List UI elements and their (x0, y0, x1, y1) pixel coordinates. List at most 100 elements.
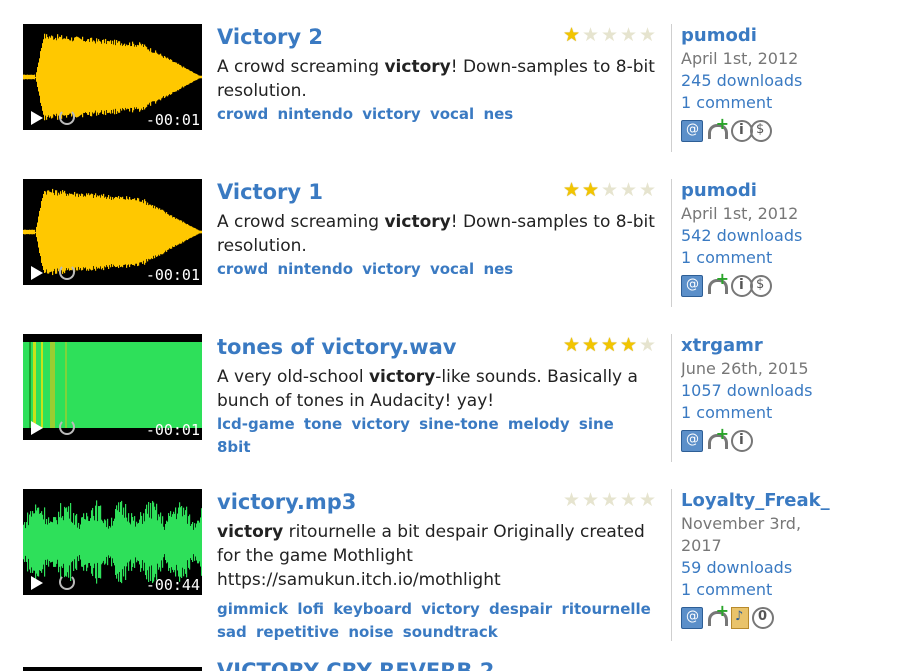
uploader-link[interactable]: pumodi (681, 24, 831, 48)
noncommercial-icon[interactable] (750, 275, 772, 297)
sound-title-link[interactable]: Victory 2 (217, 24, 323, 51)
sound-description: A very old-school victory-like sounds. B… (217, 365, 657, 413)
duration-label: -00:44 (145, 576, 200, 594)
star-icon[interactable]: ★ (600, 181, 619, 200)
duration-label: -00:01 (145, 266, 200, 284)
cc-zero-icon[interactable] (752, 607, 774, 629)
star-icon[interactable]: ★ (562, 491, 581, 510)
rating-stars[interactable]: ★ ★ ★ ★ ★ (562, 181, 657, 200)
loop-icon[interactable] (59, 574, 75, 590)
star-icon[interactable]: ★ (638, 181, 657, 200)
tag-link[interactable]: nintendo (277, 105, 353, 123)
tag-link[interactable]: crowd (217, 105, 268, 123)
tag-link[interactable]: tone (304, 415, 342, 433)
description-text: A crowd screaming (217, 57, 385, 77)
downloads-link[interactable]: 245 downloads (681, 70, 831, 92)
star-icon[interactable]: ★ (581, 491, 600, 510)
waveform-player[interactable]: -00:01 (23, 179, 202, 285)
uploader-link[interactable]: xtrgamr (681, 334, 831, 358)
audio-file-icon[interactable] (731, 607, 749, 629)
tag-link[interactable]: lofi (297, 600, 324, 618)
contact-card-icon[interactable] (681, 275, 703, 297)
waveform-player[interactable]: -00:01 (23, 24, 202, 130)
downloads-link[interactable]: 59 downloads (681, 557, 831, 579)
tag-link[interactable]: sad (217, 623, 247, 641)
star-icon[interactable]: ★ (619, 181, 638, 200)
tag-link[interactable]: soundtrack (403, 623, 498, 641)
rating-stars[interactable]: ★ ★ ★ ★ ★ (562, 491, 657, 510)
tag-link[interactable]: nintendo (277, 260, 353, 278)
headphones-plus-icon[interactable] (706, 114, 729, 142)
star-icon[interactable]: ★ (562, 26, 581, 45)
headphones-plus-icon[interactable] (706, 601, 729, 629)
star-icon[interactable]: ★ (600, 336, 619, 355)
comments-link[interactable]: 1 comment (681, 92, 831, 114)
loop-icon[interactable] (59, 264, 75, 280)
star-icon[interactable]: ★ (638, 26, 657, 45)
rating-stars[interactable]: ★ ★ ★ ★ ★ (562, 26, 657, 45)
tag-link[interactable]: despair (489, 600, 552, 618)
tag-link[interactable]: victory (351, 415, 409, 433)
tag-link[interactable]: sine-tone (419, 415, 498, 433)
play-icon[interactable] (31, 266, 43, 280)
tag-link[interactable]: sine (579, 415, 614, 433)
attribution-icon[interactable] (731, 430, 753, 452)
uploader-link[interactable]: pumodi (681, 179, 831, 203)
tag-link[interactable]: victory (362, 260, 420, 278)
contact-card-icon[interactable] (681, 430, 703, 452)
tag-link[interactable]: melody (508, 415, 570, 433)
tag-link[interactable]: nes (483, 105, 513, 123)
loop-icon[interactable] (59, 109, 75, 125)
downloads-link[interactable]: 1057 downloads (681, 380, 831, 402)
tag-link[interactable]: crowd (217, 260, 268, 278)
tag-link[interactable]: noise (348, 623, 393, 641)
waveform-player[interactable]: -00:01 (23, 334, 202, 440)
uploader-link[interactable]: Loyalty_Freak_M (681, 489, 831, 513)
tag-link[interactable]: ritournelle (561, 600, 650, 618)
star-icon[interactable]: ★ (600, 491, 619, 510)
star-icon[interactable]: ★ (619, 26, 638, 45)
play-icon[interactable] (31, 111, 43, 125)
sound-title-partial[interactable]: VICTORY CRY REVERB 2 (217, 660, 494, 671)
play-icon[interactable] (31, 576, 43, 590)
star-icon[interactable]: ★ (638, 491, 657, 510)
star-icon[interactable]: ★ (619, 336, 638, 355)
tag-link[interactable]: vocal (430, 260, 474, 278)
star-icon[interactable]: ★ (581, 26, 600, 45)
sound-title-link[interactable]: victory.mp3 (217, 489, 356, 516)
star-icon[interactable]: ★ (600, 26, 619, 45)
headphones-plus-icon[interactable] (706, 424, 729, 452)
waveform-player[interactable]: -00:44 (23, 489, 202, 595)
headphones-plus-icon[interactable] (706, 269, 729, 297)
rating-stars[interactable]: ★ ★ ★ ★ ★ (562, 336, 657, 355)
tag-link[interactable]: gimmick (217, 600, 288, 618)
tag-link[interactable]: lcd-game (217, 415, 295, 433)
noncommercial-icon[interactable] (750, 120, 772, 142)
star-icon[interactable]: ★ (638, 336, 657, 355)
column-divider (671, 179, 672, 307)
tag-link[interactable]: victory (362, 105, 420, 123)
star-icon[interactable]: ★ (562, 336, 581, 355)
star-icon[interactable]: ★ (581, 181, 600, 200)
tag-link[interactable]: repetitive (256, 623, 339, 641)
tag-link[interactable]: victory (421, 600, 479, 618)
downloads-link[interactable]: 542 downloads (681, 225, 831, 247)
contact-card-icon[interactable] (681, 607, 703, 629)
comments-link[interactable]: 1 comment (681, 402, 831, 424)
star-icon[interactable]: ★ (581, 336, 600, 355)
comments-link[interactable]: 1 comment (681, 247, 831, 269)
column-divider (671, 334, 672, 462)
loop-icon[interactable] (59, 419, 75, 435)
waveform-player-partial[interactable] (23, 667, 202, 671)
tag-link[interactable]: nes (483, 260, 513, 278)
star-icon[interactable]: ★ (562, 181, 581, 200)
play-icon[interactable] (31, 421, 43, 435)
contact-card-icon[interactable] (681, 120, 703, 142)
sound-title-link[interactable]: Victory 1 (217, 179, 323, 206)
tag-link[interactable]: vocal (430, 105, 474, 123)
star-icon[interactable]: ★ (619, 491, 638, 510)
sound-title-link[interactable]: tones of victory.wav (217, 334, 457, 361)
tag-link[interactable]: keyboard (333, 600, 412, 618)
tag-link[interactable]: 8bit (217, 438, 251, 456)
comments-link[interactable]: 1 comment (681, 579, 831, 601)
